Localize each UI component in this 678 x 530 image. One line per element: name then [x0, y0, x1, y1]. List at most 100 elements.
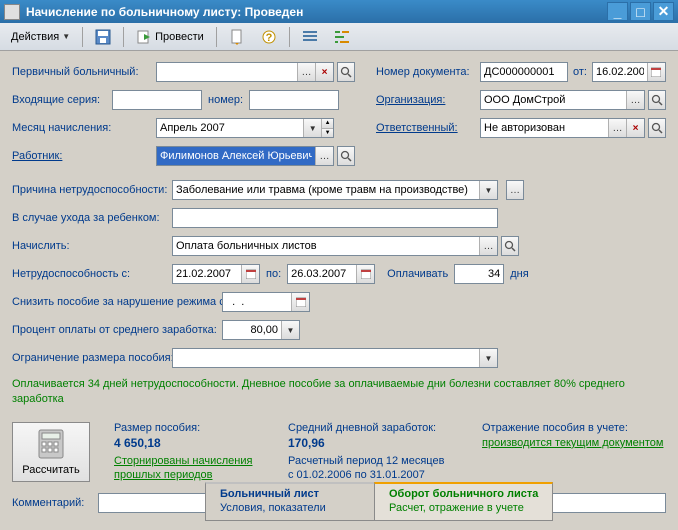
from-input[interactable] — [173, 265, 241, 283]
percent-field[interactable]: ▼ — [222, 320, 300, 340]
org-input[interactable] — [481, 91, 626, 109]
magnify-icon — [340, 66, 352, 78]
ellipsis-button[interactable]: … — [506, 180, 524, 200]
size-label: Размер пособия: — [114, 422, 264, 434]
dropdown-button[interactable]: ▼ — [479, 181, 497, 199]
tab-turnover[interactable]: Оборот больничного листа Расчет, отражен… — [374, 482, 553, 521]
calendar-button[interactable] — [291, 293, 309, 311]
series-label: Входящие серия: — [12, 94, 112, 106]
toolbar-doc-button[interactable] — [222, 26, 252, 48]
date-label: от: — [573, 66, 587, 78]
month-input[interactable] — [157, 119, 303, 137]
number-input[interactable] — [250, 91, 338, 109]
reduce-input[interactable] — [223, 293, 291, 311]
month-field[interactable]: ▼ ▲▼ — [156, 118, 334, 138]
series-field[interactable] — [112, 90, 202, 110]
calendar-button[interactable] — [356, 265, 374, 283]
date-input[interactable] — [593, 63, 647, 81]
app-icon — [4, 4, 20, 20]
limit-input[interactable] — [173, 349, 479, 367]
resp-label[interactable]: Ответственный: — [376, 122, 480, 134]
clear-button[interactable]: × — [315, 63, 333, 81]
ellipsis-button[interactable]: … — [608, 119, 626, 137]
to-input[interactable] — [288, 265, 356, 283]
ellipsis-button[interactable]: … — [315, 147, 333, 165]
lookup-button[interactable] — [648, 90, 666, 110]
tab2-title: Оборот больничного листа — [389, 488, 538, 500]
lookup-button[interactable] — [337, 62, 355, 82]
acct-link[interactable]: производится текущим документом — [482, 436, 666, 450]
dropdown-button[interactable]: ▼ — [479, 349, 497, 367]
child-field[interactable] — [172, 208, 498, 228]
percent-label: Процент оплаты от среднего заработка: — [12, 324, 222, 336]
child-input[interactable] — [173, 209, 497, 227]
org-field[interactable]: … — [480, 90, 645, 110]
lookup-button[interactable] — [337, 146, 355, 166]
percent-input[interactable] — [223, 321, 281, 339]
worker-field[interactable]: … — [156, 146, 334, 166]
calendar-button[interactable] — [241, 265, 259, 283]
calculate-button[interactable]: Рассчитать — [12, 422, 90, 482]
storno-link[interactable]: Сторнированы начисления прошлых периодов — [114, 454, 264, 483]
dropdown-button[interactable]: ▼ — [303, 119, 321, 137]
primary-field[interactable]: … × — [156, 62, 334, 82]
tab-sick-leave[interactable]: Больничный лист Условия, показатели — [205, 482, 375, 521]
ellipsis-button[interactable]: … — [297, 63, 315, 81]
toolbar-help-button[interactable]: ? — [254, 26, 284, 48]
reason-label: Причина нетрудоспособности: — [12, 184, 172, 196]
reason-input[interactable] — [173, 181, 479, 199]
number-field[interactable] — [249, 90, 339, 110]
provesti-button[interactable]: Провести — [129, 26, 211, 48]
avg-sub2: с 01.02.2006 по 31.01.2007 — [288, 468, 458, 482]
ellipsis-button[interactable]: … — [479, 237, 497, 255]
lookup-button[interactable] — [648, 118, 666, 138]
toolbar-save-button[interactable] — [88, 26, 118, 48]
maximize-button[interactable]: □ — [630, 2, 651, 21]
to-field[interactable] — [287, 264, 375, 284]
worker-input[interactable] — [157, 147, 315, 165]
minimize-button[interactable]: _ — [607, 2, 628, 21]
paydays-input[interactable] — [455, 265, 503, 283]
reduce-label: Снизить пособие за нарушение режима с: — [12, 296, 222, 308]
primary-label: Первичный больничный: — [12, 66, 156, 78]
series-input[interactable] — [113, 91, 201, 109]
toolbar-list-button[interactable] — [295, 26, 325, 48]
limit-label: Ограничение размера пособия: — [12, 352, 172, 364]
reduce-field[interactable] — [222, 292, 310, 312]
clear-button[interactable]: × — [626, 119, 644, 137]
accrue-field[interactable]: … — [172, 236, 498, 256]
lookup-button[interactable] — [501, 236, 519, 256]
to-label: по: — [266, 268, 281, 280]
comment-label: Комментарий: — [12, 497, 98, 509]
actions-menu[interactable]: Действия▼ — [4, 26, 77, 48]
avg-value: 170,96 — [288, 436, 458, 450]
ellipsis-button[interactable]: … — [626, 91, 644, 109]
toolbar-settings-button[interactable] — [327, 26, 357, 48]
docnum-field[interactable] — [480, 62, 568, 82]
resp-input[interactable] — [481, 119, 608, 137]
calendar-button[interactable] — [647, 63, 665, 81]
paydays-field[interactable] — [454, 264, 504, 284]
tab1-title: Больничный лист — [220, 488, 360, 500]
acct-label: Отражение пособия в учете: — [482, 422, 666, 434]
accrue-input[interactable] — [173, 237, 479, 255]
org-label[interactable]: Организация: — [376, 94, 480, 106]
accrue-label: Начислить: — [12, 240, 172, 252]
reason-field[interactable]: ▼ — [172, 180, 498, 200]
from-field[interactable] — [172, 264, 260, 284]
close-button[interactable]: ✕ — [653, 2, 674, 21]
limit-field[interactable]: ▼ — [172, 348, 498, 368]
calculator-icon — [35, 428, 67, 460]
avg-sub1: Расчетный период 12 месяцев — [288, 454, 458, 468]
month-spinner[interactable]: ▲▼ — [321, 119, 333, 137]
spin-up[interactable]: ▲ — [322, 119, 333, 129]
spin-down[interactable]: ▼ — [322, 129, 333, 138]
child-label: В случае ухода за ребенком: — [12, 212, 172, 224]
tab1-sub: Условия, показатели — [220, 502, 360, 514]
dropdown-button[interactable]: ▼ — [281, 321, 299, 339]
date-field[interactable] — [592, 62, 666, 82]
primary-input[interactable] — [157, 63, 297, 81]
resp-field[interactable]: … × — [480, 118, 645, 138]
worker-label[interactable]: Работник: — [12, 150, 156, 162]
docnum-input[interactable] — [481, 63, 567, 81]
